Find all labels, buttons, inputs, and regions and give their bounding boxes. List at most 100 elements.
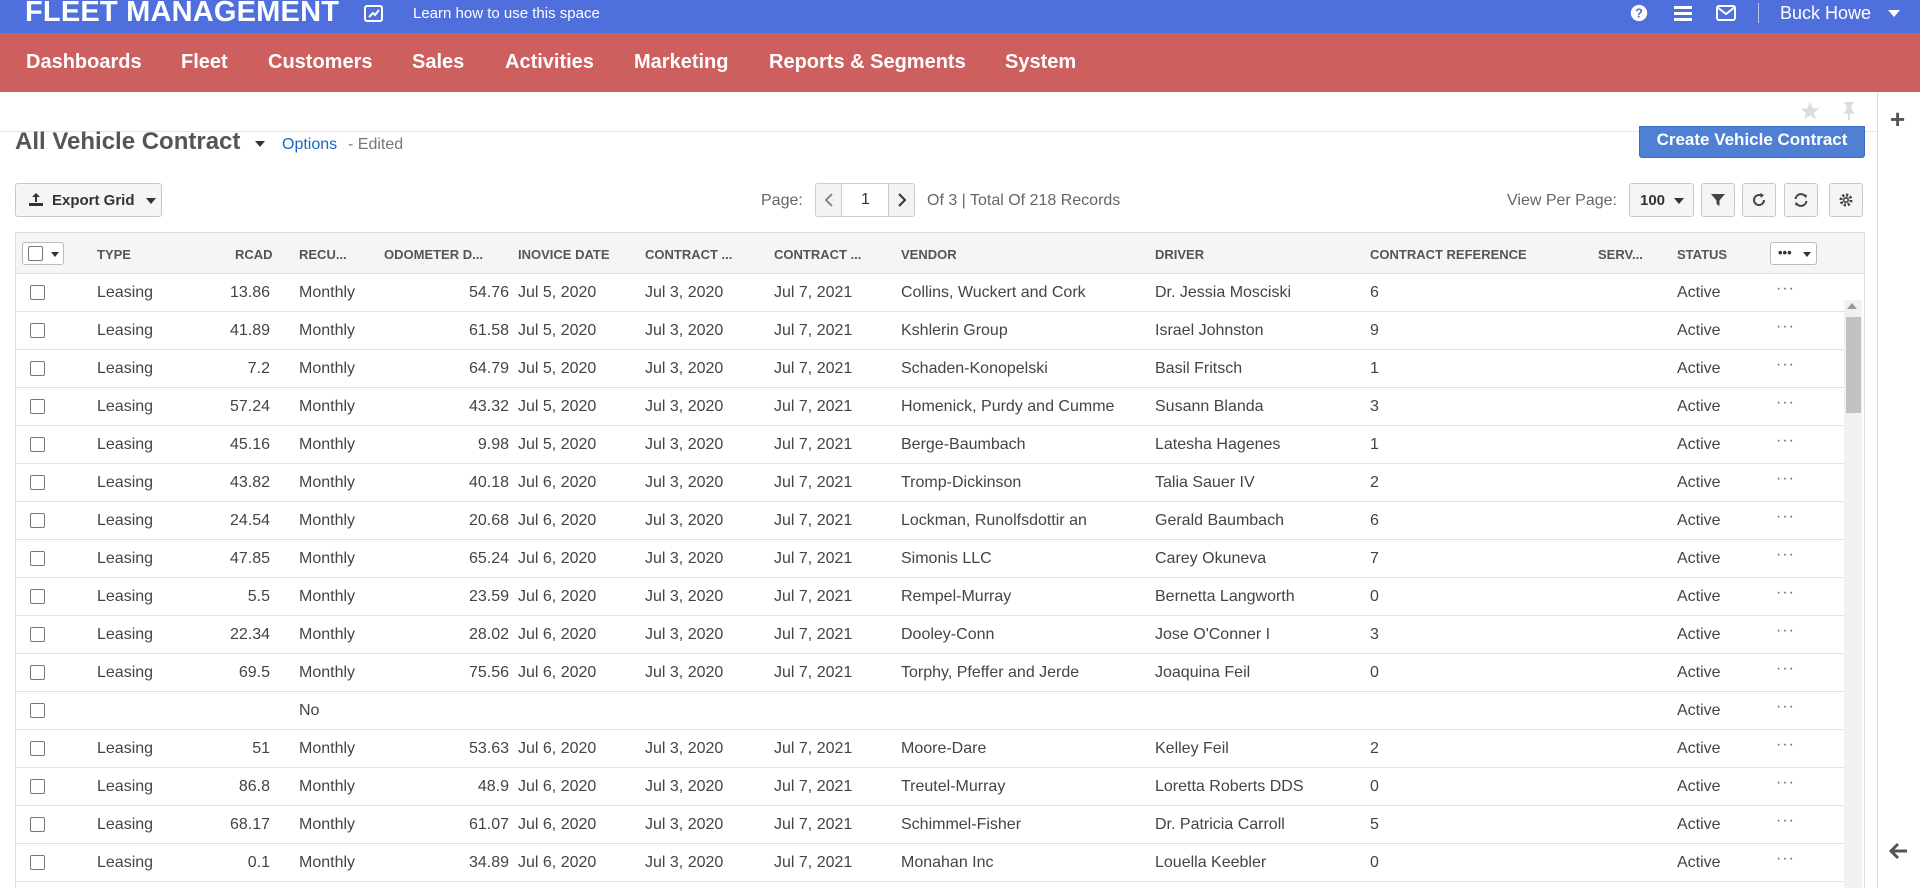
- select-all-dropdown[interactable]: [22, 242, 64, 265]
- table-row[interactable]: Leasing 51 Monthly 53.63 Jul 6, 2020 Jul 3, 2…: [16, 730, 1846, 768]
- select-all-checkbox[interactable]: [28, 246, 43, 261]
- cell-driver: Susann Blanda: [1155, 398, 1264, 415]
- nav-reports-segments[interactable]: Reports & Segments: [769, 51, 966, 74]
- row-checkbox[interactable]: [30, 323, 45, 338]
- row-checkbox[interactable]: [30, 551, 45, 566]
- table-row[interactable]: Leasing 5.5 Monthly 23.59 Jul 6, 2020 Jul 3, …: [16, 578, 1846, 616]
- pin-icon[interactable]: [1838, 100, 1860, 122]
- column-header-contract-start[interactable]: CONTRACT ...: [645, 247, 732, 262]
- row-actions-icon[interactable]: ···: [1776, 584, 1795, 602]
- user-menu[interactable]: Buck Howe: [1780, 3, 1871, 24]
- nav-dashboards[interactable]: Dashboards: [26, 51, 142, 74]
- column-header-driver[interactable]: DRIVER: [1155, 247, 1204, 262]
- column-header-service[interactable]: SERV...: [1598, 247, 1643, 262]
- scroll-up-arrow[interactable]: [1847, 303, 1857, 309]
- row-checkbox[interactable]: [30, 399, 45, 414]
- row-actions-icon[interactable]: ···: [1776, 850, 1795, 868]
- row-checkbox[interactable]: [30, 703, 45, 718]
- page-input[interactable]: 1: [843, 184, 888, 216]
- table-row[interactable]: Leasing 57.24 Monthly 43.32 Jul 5, 2020 Jul 3…: [16, 388, 1846, 426]
- view-title[interactable]: All Vehicle Contract: [15, 128, 240, 156]
- row-actions-icon[interactable]: ···: [1776, 394, 1795, 412]
- row-actions-icon[interactable]: ···: [1776, 318, 1795, 336]
- row-checkbox[interactable]: [30, 361, 45, 376]
- column-header-recurring[interactable]: RECU...: [299, 247, 347, 262]
- row-actions-icon[interactable]: ···: [1776, 470, 1795, 488]
- row-actions-icon[interactable]: ···: [1776, 660, 1795, 678]
- row-checkbox[interactable]: [30, 627, 45, 642]
- external-link-icon[interactable]: [364, 5, 383, 22]
- row-checkbox[interactable]: [30, 665, 45, 680]
- table-row[interactable]: Leasing 47.85 Monthly 65.24 Jul 6, 2020 Jul 3…: [16, 540, 1846, 578]
- row-actions-icon[interactable]: ···: [1776, 736, 1795, 754]
- table-row[interactable]: Leasing 41.89 Monthly 61.58 Jul 5, 2020 Jul 3…: [16, 312, 1846, 350]
- row-actions-icon[interactable]: ···: [1776, 774, 1795, 792]
- row-actions-icon[interactable]: ···: [1776, 546, 1795, 564]
- table-row[interactable]: Leasing 22.34 Monthly 28.02 Jul 6, 2020 Jul 3…: [16, 616, 1846, 654]
- next-page-button[interactable]: [888, 184, 914, 216]
- nav-activities[interactable]: Activities: [505, 51, 594, 74]
- chevron-down-icon[interactable]: [1888, 10, 1900, 17]
- row-checkbox[interactable]: [30, 475, 45, 490]
- column-header-type[interactable]: TYPE: [97, 247, 131, 262]
- row-actions-icon[interactable]: ···: [1776, 622, 1795, 640]
- table-row[interactable]: Leasing 69.5 Monthly 75.56 Jul 6, 2020 Jul 3,…: [16, 654, 1846, 692]
- options-link[interactable]: Options: [282, 136, 337, 154]
- nav-fleet[interactable]: Fleet: [181, 51, 228, 74]
- column-header-contract-end[interactable]: CONTRACT ...: [774, 247, 861, 262]
- row-actions-icon[interactable]: ···: [1776, 812, 1795, 830]
- prev-page-button[interactable]: [816, 184, 842, 216]
- table-row[interactable]: Leasing 0.1 Monthly 34.89 Jul 6, 2020 Jul 3, …: [16, 844, 1846, 882]
- column-header-contract-reference[interactable]: CONTRACT REFERENCE: [1370, 247, 1527, 262]
- column-header-vendor[interactable]: VENDOR: [901, 247, 957, 262]
- view-per-page-select[interactable]: 100: [1629, 183, 1694, 217]
- table-row[interactable]: Leasing 24.54 Monthly 20.68 Jul 6, 2020 Jul 3…: [16, 502, 1846, 540]
- reload-button[interactable]: [1742, 183, 1776, 217]
- row-checkbox[interactable]: [30, 437, 45, 452]
- row-actions-icon[interactable]: ···: [1776, 280, 1795, 298]
- table-row[interactable]: No Active ···: [16, 692, 1846, 730]
- create-vehicle-contract-button[interactable]: Create Vehicle Contract: [1639, 126, 1865, 158]
- chevron-down-icon[interactable]: [255, 141, 265, 147]
- column-header-status[interactable]: STATUS: [1677, 247, 1727, 262]
- table-row[interactable]: Leasing 45.16 Monthly 9.98 Jul 5, 2020 Jul 3,…: [16, 426, 1846, 464]
- nav-sales[interactable]: Sales: [412, 51, 464, 74]
- row-checkbox[interactable]: [30, 285, 45, 300]
- nav-customers[interactable]: Customers: [268, 51, 372, 74]
- row-actions-icon[interactable]: ···: [1776, 508, 1795, 526]
- row-actions-icon[interactable]: ···: [1776, 356, 1795, 374]
- help-link[interactable]: Learn how to use this space: [413, 5, 600, 22]
- menu-icon[interactable]: [1672, 3, 1694, 23]
- row-checkbox[interactable]: [30, 779, 45, 794]
- settings-button[interactable]: [1829, 183, 1863, 217]
- row-checkbox[interactable]: [30, 817, 45, 832]
- chevron-down-icon[interactable]: [51, 252, 59, 257]
- column-header-invoice-date[interactable]: INOVICE DATE: [518, 247, 610, 262]
- mail-icon[interactable]: [1715, 3, 1737, 23]
- nav-marketing[interactable]: Marketing: [634, 51, 728, 74]
- row-actions-icon[interactable]: ···: [1776, 432, 1795, 450]
- plus-icon[interactable]: +: [1890, 106, 1905, 132]
- table-row[interactable]: Leasing 68.17 Monthly 61.07 Jul 6, 2020 Jul 3…: [16, 806, 1846, 844]
- arrow-left-icon[interactable]: [1889, 842, 1909, 860]
- scrollbar-thumb[interactable]: [1846, 317, 1861, 413]
- table-row[interactable]: Leasing 43.82 Monthly 40.18 Jul 6, 2020 Jul 3…: [16, 464, 1846, 502]
- column-header-rcad[interactable]: RCAD: [235, 247, 273, 262]
- row-checkbox[interactable]: [30, 589, 45, 604]
- row-checkbox[interactable]: [30, 741, 45, 756]
- help-icon[interactable]: ?: [1628, 3, 1650, 23]
- row-checkbox[interactable]: [30, 513, 45, 528]
- nav-system[interactable]: System: [1005, 51, 1076, 74]
- refresh-button[interactable]: [1784, 183, 1818, 217]
- row-actions-icon[interactable]: ···: [1776, 698, 1795, 716]
- cell-contract-start: Jul 3, 2020: [645, 740, 724, 757]
- star-icon[interactable]: [1799, 100, 1821, 122]
- table-row[interactable]: Leasing 7.2 Monthly 64.79 Jul 5, 2020 Jul 3, …: [16, 350, 1846, 388]
- table-row[interactable]: Leasing 13.86 Monthly 54.76 Jul 5, 2020 Jul 3…: [16, 274, 1846, 312]
- column-header-odometer[interactable]: ODOMETER D...: [384, 247, 483, 262]
- table-row[interactable]: Leasing 86.8 Monthly 48.9 Jul 6, 2020 Jul 3, …: [16, 768, 1846, 806]
- export-grid-button[interactable]: Export Grid: [15, 183, 162, 217]
- column-options-dropdown[interactable]: •••: [1770, 242, 1817, 265]
- filter-button[interactable]: [1701, 183, 1735, 217]
- row-checkbox[interactable]: [30, 855, 45, 870]
